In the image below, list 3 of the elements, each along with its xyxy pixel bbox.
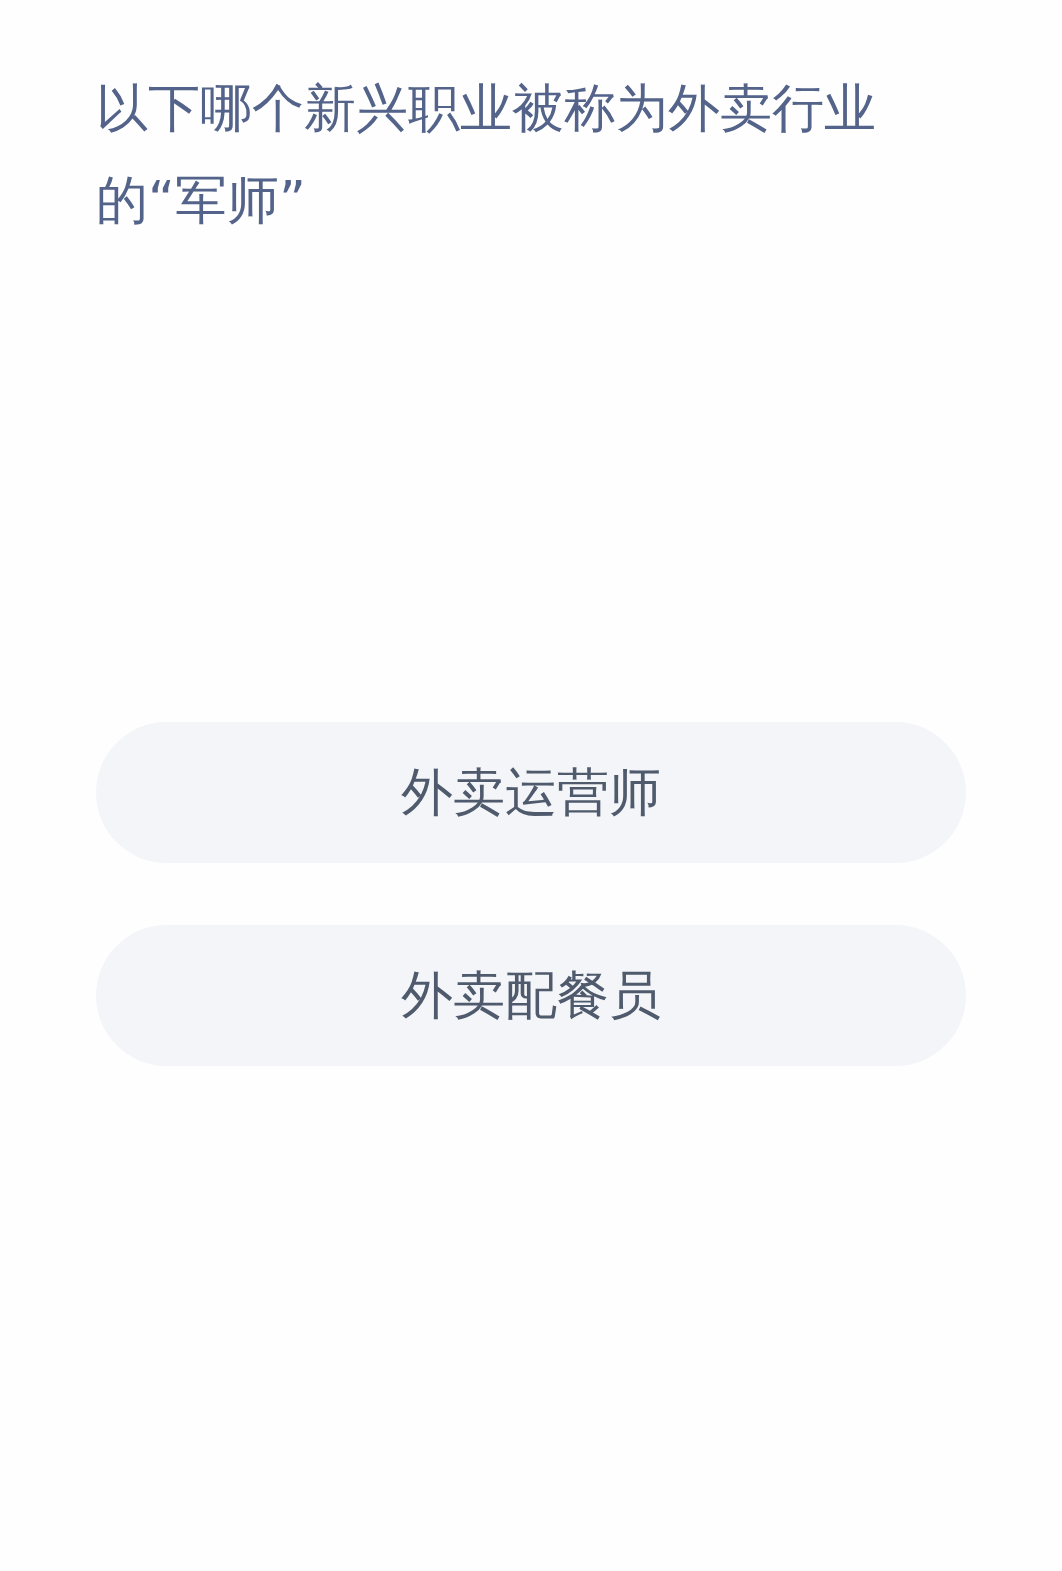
question-text: 以下哪个新兴职业被称为外卖行业的“军师”	[96, 77, 877, 232]
answer-option[interactable]: 外卖运营师	[96, 722, 966, 863]
answer-option[interactable]: 外卖配餐员	[96, 925, 966, 1066]
